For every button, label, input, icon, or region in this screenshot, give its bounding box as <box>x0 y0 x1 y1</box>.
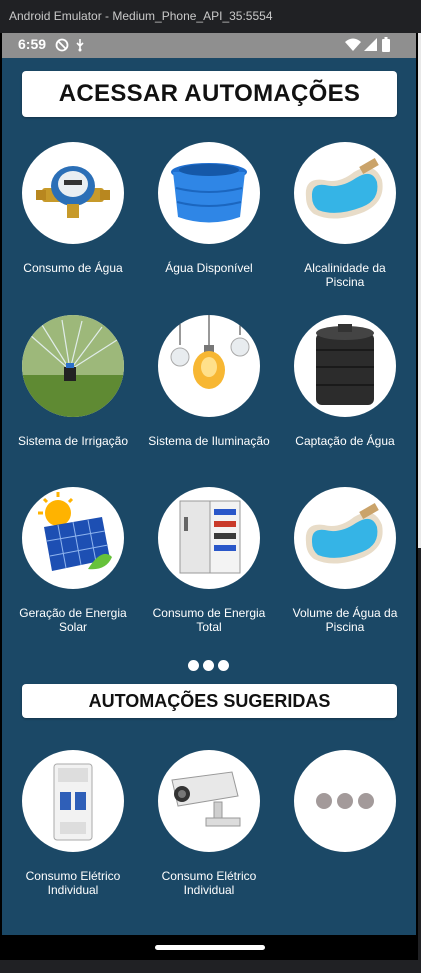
tile-water-collection[interactable]: Captação de Água <box>280 315 410 448</box>
tile-label: Consumo de Água <box>23 261 123 275</box>
pool-icon <box>294 142 396 244</box>
wifi-icon <box>345 38 361 54</box>
tile-water-consumption[interactable]: Consumo de Água <box>8 142 138 275</box>
tile-label: Alcalinidade da Piscina <box>304 261 386 289</box>
tile-individual-consumption-breaker[interactable]: Consumo Elétrico Individual <box>8 750 138 897</box>
tile-irrigation-system[interactable]: Sistema de Irrigação <box>8 315 138 448</box>
sprinkler-icon <box>22 315 124 417</box>
tile-label: Consumo Elétrico Individual <box>25 869 121 897</box>
cell-signal-icon <box>364 38 377 54</box>
tile-label: Geração de Energia Solar <box>19 606 127 634</box>
tile-label: Captação de Água <box>295 434 395 448</box>
pool-icon <box>294 487 396 589</box>
emulator-window-title: Android Emulator - Medium_Phone_API_35:5… <box>0 0 421 33</box>
tile-label: Consumo de Energia Total <box>152 606 266 634</box>
circuit-breaker-icon <box>22 750 124 852</box>
home-gesture-handle[interactable] <box>155 945 265 950</box>
tile-available-water[interactable]: Água Disponível <box>144 142 274 275</box>
navigation-bar <box>2 935 416 960</box>
electrical-panel-icon <box>158 487 260 589</box>
tile-solar-generation[interactable]: Geração de Energia Solar <box>8 487 138 634</box>
pagination-dots[interactable] <box>188 658 234 671</box>
emulator-bottom-edge <box>0 960 421 973</box>
more-automations-button[interactable] <box>280 750 410 852</box>
access-automations-title: ACESSAR AUTOMAÇÕES <box>22 71 397 117</box>
security-camera-icon <box>158 750 260 852</box>
tile-label: Volume de Água da Piscina <box>292 606 398 634</box>
app-screen: ACESSAR AUTOMAÇÕES Consumo de Água Água … <box>2 58 416 935</box>
battery-icon <box>382 37 390 55</box>
tile-individual-consumption-camera[interactable]: Consumo Elétrico Individual <box>144 750 274 897</box>
tile-pool-alkalinity[interactable]: Alcalinidade da Piscina <box>280 142 410 289</box>
tile-label: Consumo Elétrico Individual <box>161 869 257 897</box>
tile-label: Sistema de Iluminação <box>148 434 270 448</box>
tile-label: Água Disponível <box>165 261 253 275</box>
page-dot[interactable] <box>203 660 214 671</box>
tile-lighting-system[interactable]: Sistema de Iluminação <box>144 315 274 448</box>
tile-label: Sistema de Irrigação <box>17 434 129 448</box>
status-time: 6:59 <box>18 36 47 52</box>
water-meter-icon <box>22 142 124 244</box>
suggested-automations-title: AUTOMAÇÕES SUGERIDAS <box>22 684 397 718</box>
page-dot[interactable] <box>188 660 199 671</box>
tile-pool-volume[interactable]: Volume de Água da Piscina <box>280 487 410 634</box>
lightbulbs-icon <box>158 315 260 417</box>
tile-total-energy[interactable]: Consumo de Energia Total <box>144 487 274 634</box>
usb-debug-icon <box>75 38 85 55</box>
water-tank-icon <box>158 142 260 244</box>
do-not-disturb-icon <box>55 38 69 55</box>
solar-panel-icon <box>22 487 124 589</box>
page-dot[interactable] <box>218 660 229 671</box>
more-icon <box>294 750 396 852</box>
cistern-icon <box>294 315 396 417</box>
status-bar: 6:59 <box>2 33 416 58</box>
